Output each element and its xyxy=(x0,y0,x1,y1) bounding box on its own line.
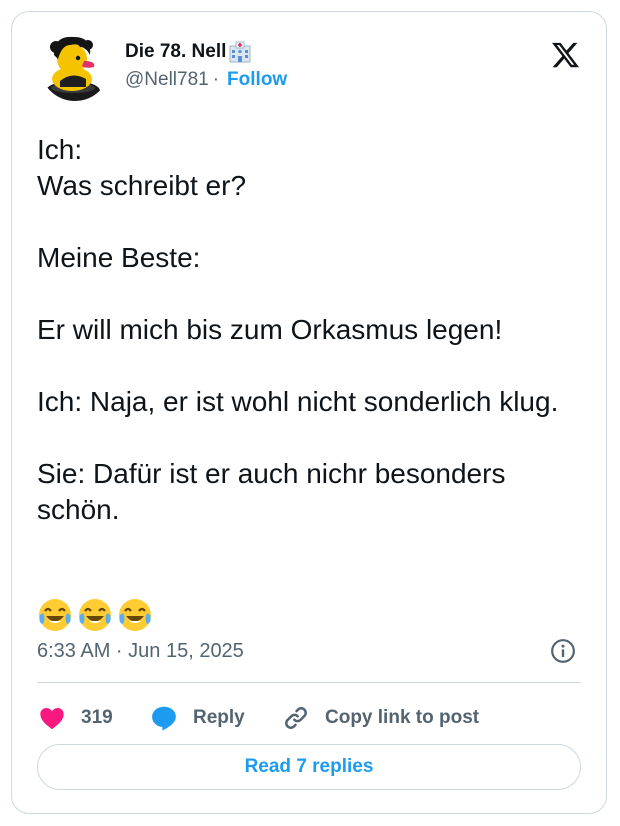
tweet-line: Ich: Naja, er ist wohl nicht sonderlich … xyxy=(37,386,559,417)
hospital-emoji-icon xyxy=(229,41,251,63)
reply-label: Reply xyxy=(193,707,245,728)
author-handle-row: @Nell781 · Follow xyxy=(125,69,287,91)
divider xyxy=(37,682,581,683)
tweet-line: Was schreibt er? xyxy=(37,170,247,201)
tweet-text: Ich: Was schreibt er? Meine Beste: Er wi… xyxy=(37,132,577,528)
rubber-duck-avatar-image xyxy=(40,31,110,101)
author-name-text: Die 78. Nell xyxy=(125,41,227,62)
tweet-line: Meine Beste: xyxy=(37,242,201,273)
copy-link-button[interactable]: Copy link to post xyxy=(281,703,479,733)
read-replies-label: Read 7 replies xyxy=(244,756,374,777)
author-handle[interactable]: @Nell781 xyxy=(125,69,209,91)
tweet-line-gap xyxy=(37,276,577,312)
tweet-timestamp[interactable]: 6:33 AM · Jun 15, 2025 xyxy=(37,640,244,663)
handle-separator: · xyxy=(212,69,220,90)
tweet-line: Sie: Dafür ist er auch nichr besonders s… xyxy=(37,458,506,525)
tweet-line-gap xyxy=(37,204,577,240)
emoji-row xyxy=(37,597,153,633)
action-bar: 319 Reply Copy link to post xyxy=(37,700,479,736)
reply-bubble-icon xyxy=(152,706,176,731)
author-name[interactable]: Die 78. Nell xyxy=(125,40,252,64)
face-with-tears-of-joy-icon xyxy=(79,599,111,631)
copy-link-label: Copy link to post xyxy=(325,707,480,728)
link-icon xyxy=(285,707,307,729)
tweet-line: Ich: xyxy=(37,134,83,165)
tweet-line: Er will mich bis zum Orkasmus legen! xyxy=(37,314,503,345)
like-count: 319 xyxy=(81,707,113,728)
face-with-tears-of-joy-icon xyxy=(119,599,151,631)
like-button[interactable]: 319 xyxy=(37,704,149,732)
author-avatar[interactable] xyxy=(40,31,110,101)
tweet-line-gap xyxy=(37,348,577,384)
reply-button[interactable]: Reply xyxy=(149,703,281,733)
face-with-tears-of-joy-icon xyxy=(39,599,71,631)
tweet-line-gap xyxy=(37,420,577,456)
heart-icon xyxy=(40,707,64,730)
x-logo-icon[interactable] xyxy=(549,40,582,70)
read-replies-button[interactable]: Read 7 replies xyxy=(37,744,581,790)
follow-button[interactable]: Follow xyxy=(227,69,287,91)
info-icon[interactable] xyxy=(550,638,576,664)
tweet-card: Die 78. Nell @Nell781 · Follow Ich: Was … xyxy=(11,11,607,814)
